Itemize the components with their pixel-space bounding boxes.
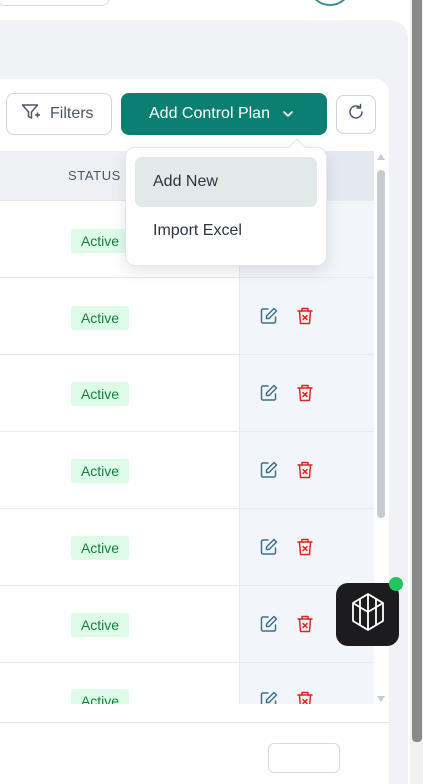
add-control-plan-button[interactable]: Add Control Plan [121, 93, 327, 135]
table-scroll-thumb[interactable] [377, 170, 385, 518]
status-badge: Active [71, 689, 129, 704]
status-badge: Active [71, 382, 129, 406]
search-input[interactable] [0, 0, 110, 6]
scroll-up-arrow-icon[interactable] [377, 154, 385, 160]
status-column-header[interactable]: STATUS [68, 168, 121, 183]
add-control-plan-label: Add Control Plan [149, 105, 270, 122]
delete-icon[interactable] [294, 689, 316, 704]
add-control-plan-menu: Add New Import Excel [125, 138, 327, 266]
table-row: Active [0, 432, 374, 509]
edit-icon[interactable] [258, 536, 280, 558]
table-row: Active [0, 509, 374, 586]
edit-icon[interactable] [258, 689, 280, 704]
avatar[interactable] [308, 0, 352, 6]
delete-icon[interactable] [294, 382, 316, 404]
page-scrollbar[interactable] [410, 0, 423, 784]
edit-icon[interactable] [258, 613, 280, 635]
page-scroll-thumb[interactable] [412, 0, 422, 742]
status-badge: Active [71, 306, 129, 330]
table-row: Active [0, 586, 374, 663]
edit-icon[interactable] [258, 382, 280, 404]
footer-divider [0, 722, 389, 723]
filters-button[interactable]: Filters [6, 93, 112, 135]
status-badge: Active [71, 229, 129, 253]
edit-icon[interactable] [258, 305, 280, 327]
filters-label: Filters [50, 105, 94, 122]
status-badge: Active [71, 613, 129, 637]
online-status-dot [389, 577, 403, 591]
delete-icon[interactable] [294, 536, 316, 558]
scroll-down-arrow-icon[interactable] [377, 696, 385, 702]
delete-icon[interactable] [294, 613, 316, 635]
edit-icon[interactable] [258, 459, 280, 481]
delete-icon[interactable] [294, 305, 316, 327]
assistant-widget-button[interactable] [336, 583, 399, 646]
menu-item-import-excel[interactable]: Import Excel [135, 206, 317, 256]
menu-item-add-new[interactable]: Add New [135, 157, 317, 207]
table-row: Active [0, 663, 374, 704]
table-body: Active Active Active Active Active Activ… [0, 201, 374, 704]
refresh-button[interactable] [336, 95, 376, 134]
table-row: Active [0, 278, 374, 355]
delete-icon[interactable] [294, 459, 316, 481]
status-badge: Active [71, 459, 129, 483]
page-size-select[interactable] [268, 743, 340, 773]
chevron-down-icon [282, 105, 294, 123]
refresh-icon [346, 102, 366, 127]
filter-icon [21, 103, 41, 126]
assistant-logo-icon [347, 591, 389, 638]
table-row: Active [0, 355, 374, 432]
status-badge: Active [71, 536, 129, 560]
